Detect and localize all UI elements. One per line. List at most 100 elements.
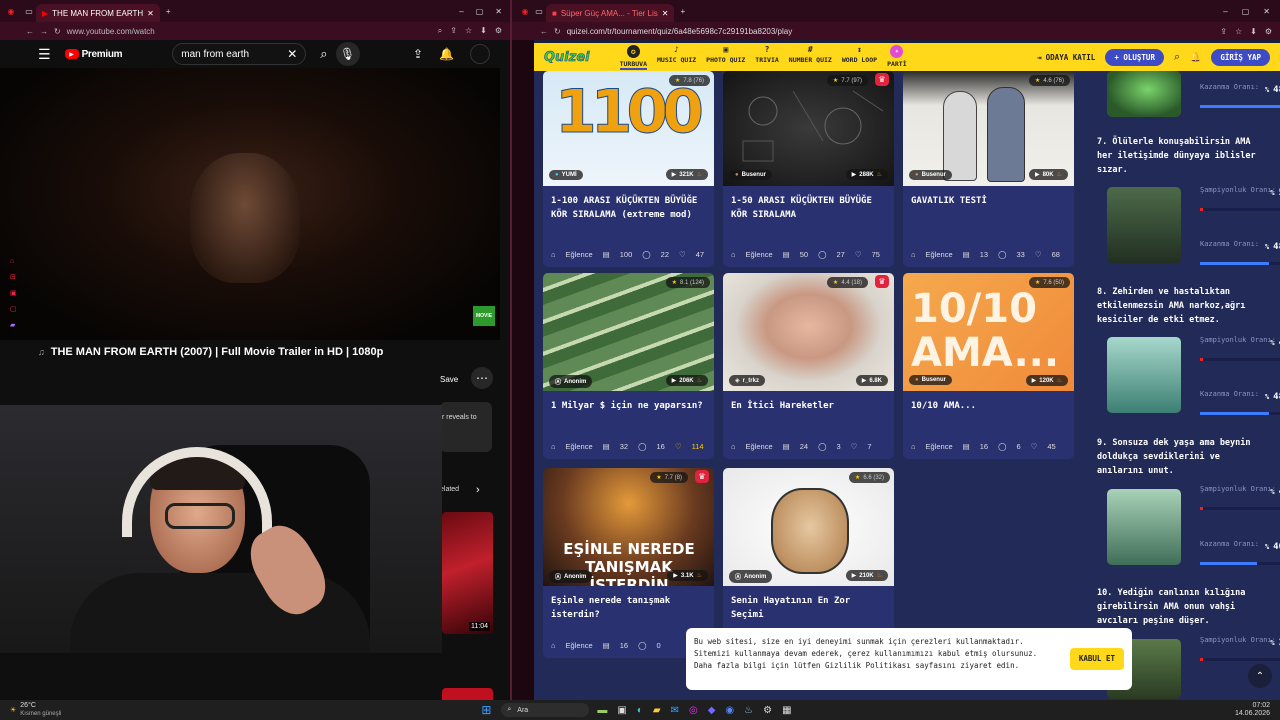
share-icon[interactable]: ⇪ [1220, 27, 1227, 36]
maximize-icon[interactable]: ▢ [1242, 7, 1250, 16]
back-icon[interactable]: ← [540, 27, 548, 36]
accept-cookies-button[interactable]: KABUL ET [1069, 648, 1124, 670]
new-tab-icon[interactable]: + [680, 7, 685, 16]
url-text[interactable]: quizei.com/tr/tournament/quiz/6a48e5698c… [567, 27, 793, 36]
window-menu-icon[interactable]: ◉ [518, 7, 532, 16]
heart-icon[interactable]: ♡ [855, 250, 862, 259]
nav-word-loop[interactable]: ↕ WORD LOOP [842, 45, 877, 70]
voice-search-icon[interactable]: 🎙 [335, 42, 360, 66]
maximize-icon[interactable]: ▢ [476, 7, 484, 16]
zoom-icon[interactable]: ⌕ [438, 26, 442, 36]
tab-close-icon[interactable]: ✕ [662, 9, 669, 18]
download-icon[interactable]: ⬇ [480, 26, 487, 36]
card-title[interactable]: 1 Milyar $ için ne yaparsın? [543, 391, 714, 443]
tab-quizei[interactable]: ■ Süper Güç AMA... - Tier Lis ✕ [546, 4, 675, 22]
tabs-icon[interactable]: ▭ [532, 7, 546, 16]
heart-icon[interactable]: ♡ [1031, 442, 1038, 451]
minimize-icon[interactable]: – [459, 7, 463, 16]
discord-icon[interactable]: ◉ [725, 705, 734, 716]
back-icon[interactable]: ← [26, 27, 34, 36]
tabs-icon[interactable]: ▭ [22, 7, 36, 16]
avatar[interactable] [470, 44, 490, 64]
author-badge[interactable]: ● Busenur [909, 170, 952, 180]
quiz-card[interactable]: ★ 4.4 (18) ♛ ◈ r_trkz ▶ 6.8K En İtici Harek… [723, 273, 894, 459]
tab-close-icon[interactable]: ✕ [147, 9, 154, 18]
favorite-badge-icon[interactable]: ♛ [695, 470, 709, 483]
sidebar-square-icon[interactable]: ▢ [10, 305, 17, 313]
close-window-icon[interactable]: ✕ [1263, 7, 1270, 16]
search-input[interactable]: man from earth ✕ [172, 43, 307, 65]
author-badge[interactable]: Ⓐ Anonim [729, 570, 773, 583]
reload-icon[interactable]: ↻ [554, 27, 561, 36]
clear-search-icon[interactable]: ✕ [287, 47, 297, 61]
card-title[interactable]: 1-100 ARASI KÜÇÜKTEN BÜYÜĞE KÖR SIRALAMA… [543, 186, 714, 238]
chip-next-icon[interactable]: › [476, 484, 480, 496]
search-icon[interactable]: ⌕ [320, 46, 327, 62]
taskbar-search[interactable]: ⌕ Ara [501, 703, 590, 717]
minimize-icon[interactable]: – [1223, 7, 1227, 16]
card-title[interactable]: 1-50 ARASI KÜÇÜKTEN BÜYÜĞE KÖR SIRALAMA [723, 186, 894, 238]
favorite-badge-icon[interactable]: ♛ [875, 73, 889, 86]
author-badge[interactable]: Ⓐ Anonim [549, 375, 593, 388]
download-icon[interactable]: ⬇ [1250, 27, 1257, 36]
extensions-icon[interactable]: ⚙ [1265, 27, 1272, 36]
author-badge[interactable]: ● Busenur [909, 375, 952, 385]
hamburger-menu-icon[interactable]: ☰ [38, 46, 51, 63]
nav-turbuva[interactable]: ✪ TURBUVA [619, 44, 648, 70]
sidebar-twitch-icon[interactable]: ▰ [10, 321, 17, 329]
bookmark-icon[interactable]: ☆ [1235, 27, 1242, 36]
author-badge[interactable]: ● Busenur [729, 170, 772, 180]
nav-trivia[interactable]: ? TRIVIA [755, 45, 778, 70]
related-video-thumbnail-2[interactable] [442, 688, 493, 700]
notifications-icon[interactable]: 🔔 [439, 47, 454, 61]
tab-youtube[interactable]: ▶ THE MAN FROM EARTH ✕ [36, 4, 160, 22]
quizei-logo[interactable]: Quizei [544, 49, 590, 65]
related-chip[interactable]: elated [440, 486, 459, 493]
odaya-katil-button[interactable]: ⇥ ODAYA KATIL [1037, 53, 1095, 62]
quiz-card[interactable]: ★ 4.6 (76) ● Busenur ▶ 80K ♨ GAVATLIK TESTİ … [903, 71, 1074, 267]
olustur-button[interactable]: + OLUŞTUR [1105, 48, 1164, 66]
quiz-card[interactable]: ★ 7.7 (97) ♛ ● Busenur ▶ 288K ♨ 1-50 ARASI K… [723, 71, 894, 267]
nav-music-quiz[interactable]: ♪ MUSIC QUIZ [657, 45, 696, 70]
giris-yap-button[interactable]: GİRİŞ YAP [1211, 48, 1270, 66]
file-explorer-icon[interactable]: ▰ [653, 705, 661, 716]
window-menu-icon[interactable]: ◉ [0, 7, 22, 16]
edge-icon[interactable]: ◐ [637, 705, 643, 716]
more-actions-icon[interactable]: ⋯ [471, 367, 493, 389]
author-badge[interactable]: ● YUMİ [549, 170, 583, 180]
extensions-icon[interactable]: ⚙ [495, 26, 502, 36]
card-title[interactable]: 10/10 AMA... [903, 391, 1074, 443]
task-view-icon[interactable]: ▣ [617, 705, 626, 716]
favorite-badge-icon[interactable]: ♛ [875, 275, 889, 288]
steam-icon[interactable]: ♨ [744, 705, 753, 716]
quiz-card[interactable]: 10/10 AMA... ★ 7.6 (50) ● Busenur ▶ 120K ♨ 1… [903, 273, 1074, 459]
description-snippet[interactable]: r reveals to [440, 402, 492, 452]
weather-widget[interactable]: ☀ 26°C Kısmen güneşli [10, 702, 61, 718]
heart-icon[interactable]: ♡ [851, 442, 858, 451]
sidebar-bag-icon[interactable]: ⊟ [10, 273, 17, 281]
quiz-card[interactable]: ★ 8.1 (124) Ⓐ Anonim ▶ 206K ♨ 1 Milyar $ içi… [543, 273, 714, 459]
heart-icon[interactable]: ♡ [675, 442, 682, 451]
author-badge[interactable]: Ⓐ Anonim [549, 570, 593, 583]
youtube-logo[interactable]: ▶ Premium [64, 49, 123, 60]
search-icon[interactable]: ⌕ [1174, 51, 1180, 64]
sidebar-message-icon[interactable]: ▣ [10, 289, 17, 297]
save-button[interactable]: Save [440, 370, 466, 388]
quiz-card[interactable]: 1100 ★ 7.8 (76) ● YUMİ ▶ 321K ♨ 1-100 ARASI … [543, 71, 714, 267]
upload-icon[interactable]: ⇪ [413, 47, 423, 61]
notification-bell-icon[interactable]: 🔔 [1190, 52, 1201, 63]
opera-icon[interactable]: ◎ [689, 705, 698, 716]
nav-parti[interactable]: ✦ PARTİ [887, 44, 907, 70]
card-title[interactable]: En İtici Hareketler [723, 391, 894, 443]
video-player[interactable]: MOVIE [0, 68, 500, 340]
sidebar-home-icon[interactable]: ⌂ [10, 258, 17, 265]
nav-number-quiz[interactable]: # NUMBER QUIZ [789, 45, 832, 70]
heart-icon[interactable]: ♡ [1035, 250, 1042, 259]
scroll-to-top-icon[interactable]: ⌃ [1248, 664, 1272, 688]
url-text[interactable]: www.youtube.com/watch [67, 27, 155, 36]
teams-icon[interactable]: ◆ [708, 705, 716, 716]
widgets-icon[interactable]: ▬ [597, 705, 607, 716]
settings-icon[interactable]: ⚙ [763, 705, 772, 716]
heart-icon[interactable]: ♡ [679, 250, 686, 259]
mail-icon[interactable]: ✉ [671, 705, 679, 716]
